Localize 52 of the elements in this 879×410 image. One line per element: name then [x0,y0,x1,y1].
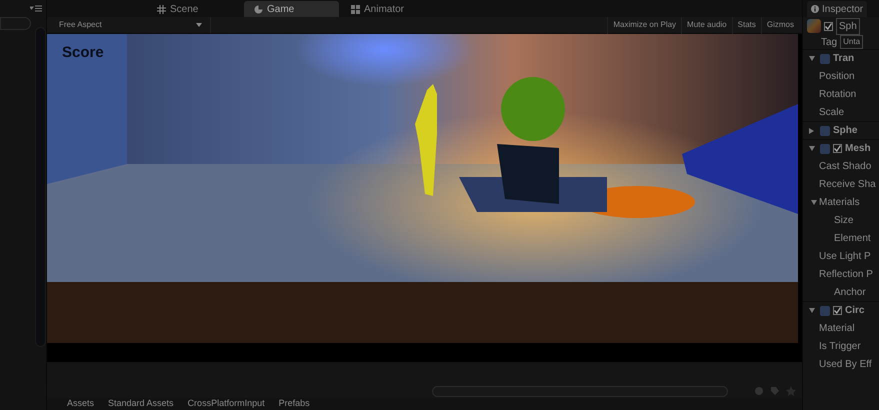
property-label: Cast Shado [819,160,872,174]
property-label: Scale [819,106,844,120]
info-icon [811,5,819,13]
inspector-tab[interactable]: Inspector [807,1,868,17]
expand-arrow-icon[interactable] [809,128,814,134]
search-field[interactable] [432,386,728,396]
tag-label: Tag [821,36,838,50]
scrollbar[interactable] [35,27,46,347]
component-title: Circ [845,304,864,318]
menu-icon[interactable] [30,5,42,12]
checkmark-icon [825,22,832,30]
tab[interactable]: Game [244,1,339,17]
property-label: Used By Eff [819,358,872,372]
component-title: Mesh [845,142,871,156]
tag-dropdown[interactable]: Unta [840,35,864,49]
breadcrumb-item[interactable]: Standard Assets [108,397,174,410]
expand-arrow-icon[interactable] [809,146,815,151]
component-icon [820,306,830,316]
grid-icon [157,4,166,14]
checkmark-icon [834,307,841,314]
checkbox[interactable] [833,144,842,153]
score-label: Score [62,43,104,63]
name-field[interactable]: Sph [836,18,860,34]
property-label: Use Light P [819,250,871,264]
pacman-icon [254,4,263,14]
caret-icon [196,23,202,27]
component-icon [820,54,830,64]
property-label: Position [819,70,855,84]
breadcrumb-item[interactable]: Assets [67,397,94,410]
property-label: Material [819,322,855,336]
component-title: Sphe [833,124,858,138]
expand-arrow-icon[interactable] [809,56,815,61]
expand-arrow-icon[interactable] [809,308,815,313]
property-label: Element [834,232,871,246]
aspect-dropdown[interactable]: Free Aspect [51,17,211,33]
expand-arrow-icon[interactable] [811,200,817,204]
checkbox[interactable] [833,306,842,315]
property-label: Materials [819,196,860,210]
breadcrumb-item[interactable]: CrossPlatformInput [188,397,265,410]
property-label: Receive Sha [819,178,876,192]
property-label: Reflection P [819,268,873,282]
checkbox[interactable] [824,22,833,30]
property-label: Rotation [819,88,856,102]
property-label: Is Trigger [819,340,861,354]
cube-icon [807,19,821,33]
search-field[interactable] [0,17,31,30]
checkmark-icon [834,145,841,152]
property-label: Anchor [834,286,866,300]
component-title: Tran [833,52,854,66]
nodes-icon [351,4,360,14]
breadcrumb-item[interactable]: Prefabs [278,397,310,410]
property-label: Size [834,214,854,228]
